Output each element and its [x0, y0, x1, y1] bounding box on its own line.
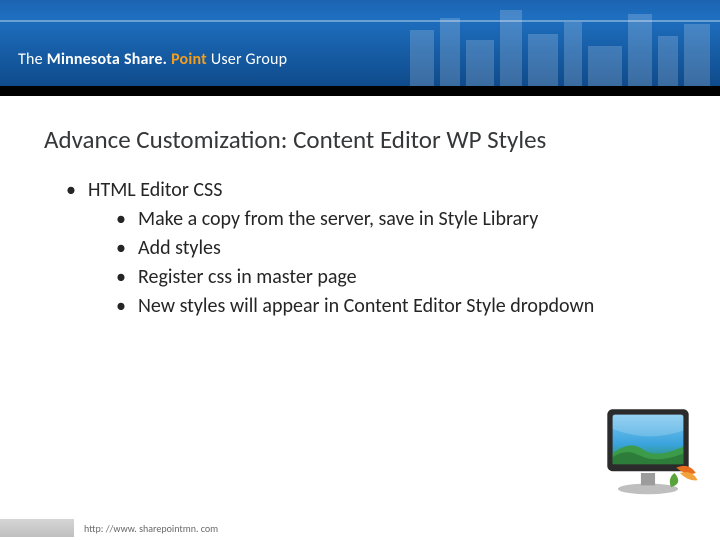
cityscape-decoration: [400, 0, 720, 86]
brand-prefix: The: [18, 50, 43, 69]
footer-url: http: //www. sharepointmn. com: [84, 522, 218, 535]
sub-bullet: Register css in master page: [116, 264, 676, 291]
sub-bullet: New styles will appear in Content Editor…: [116, 293, 676, 320]
brand-state: Minnesota: [47, 50, 120, 69]
bullet-list: HTML Editor CSS Make a copy from the ser…: [44, 177, 676, 320]
brand-suffix: User Group: [211, 50, 287, 69]
bullet-top-text: HTML Editor CSS: [88, 178, 222, 202]
bullet-top: HTML Editor CSS Make a copy from the ser…: [66, 177, 676, 320]
brand-product-b: Point: [171, 50, 207, 69]
sub-bullet: Add styles: [116, 235, 676, 262]
slide-footer: http: //www. sharepointmn. com: [0, 516, 720, 540]
footer-accent-bar: [0, 519, 74, 537]
brand-product-a: Share.: [124, 50, 167, 69]
slide-header: The Minnesota Share. Point User Group: [0, 0, 720, 86]
slide-title: Advance Customization: Content Editor WP…: [44, 124, 676, 155]
sub-bullet: Make a copy from the server, save in Sty…: [116, 206, 676, 233]
brand-title: The Minnesota Share. Point User Group: [18, 50, 287, 69]
monitor-clipart-icon: [594, 404, 702, 496]
sub-bullet-list: Make a copy from the server, save in Sty…: [88, 206, 676, 320]
slide-body: Advance Customization: Content Editor WP…: [0, 96, 720, 320]
header-rule: [0, 86, 720, 96]
